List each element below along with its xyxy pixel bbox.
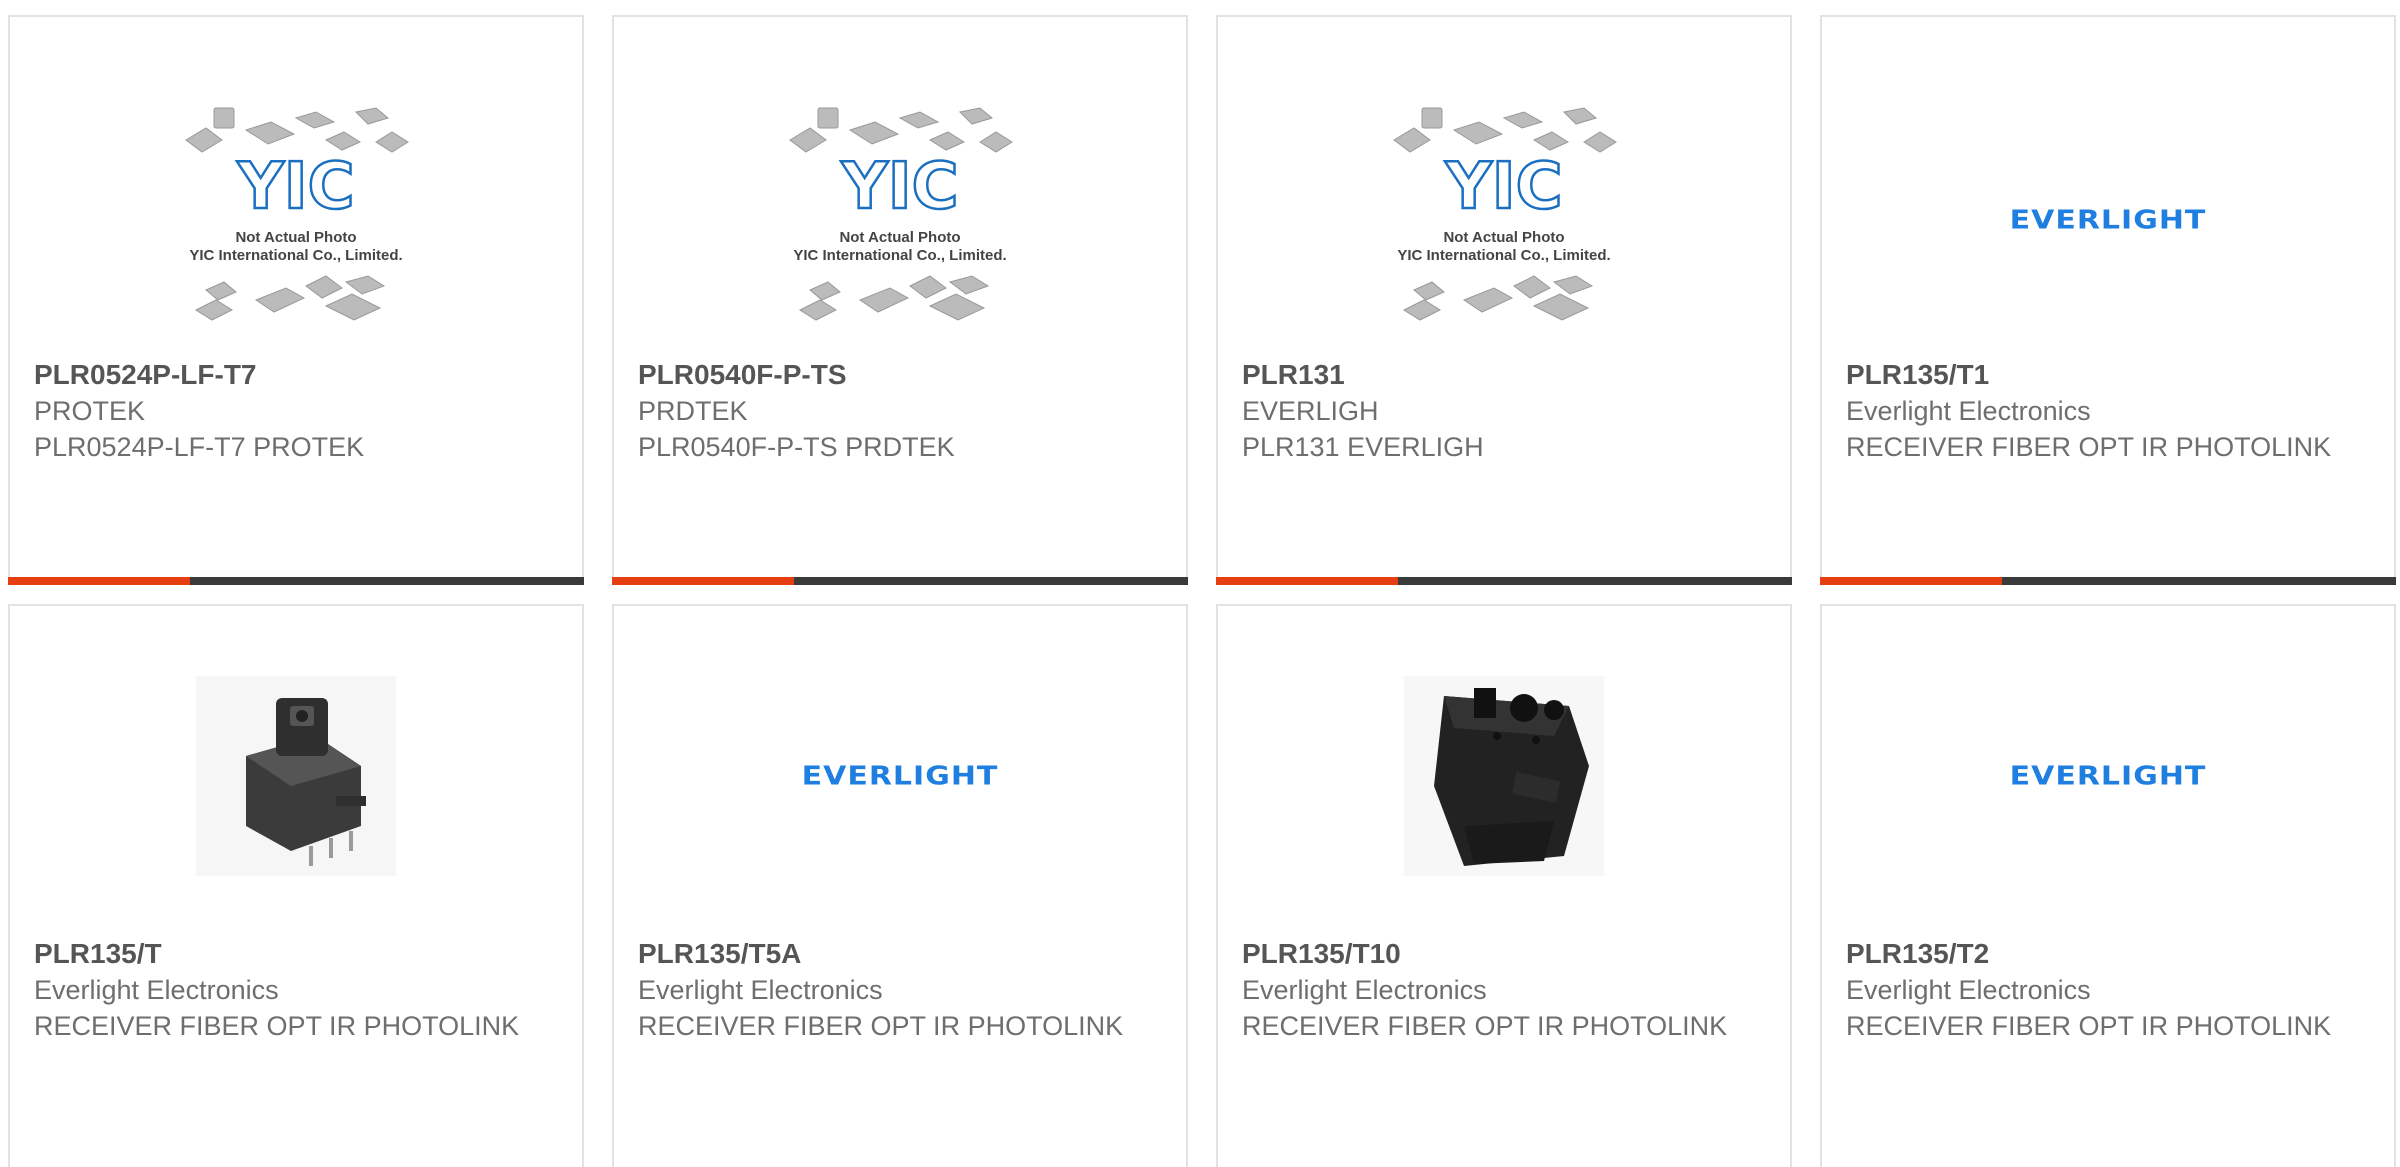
svg-text:Not Actual Photo: Not Actual Photo <box>839 229 960 246</box>
card-bottom-bar <box>1216 577 1792 585</box>
part-number[interactable]: PLR135/T <box>34 936 562 972</box>
product-photo[interactable] <box>161 671 431 881</box>
not-actual-photo-icon: YIC Not Actual Photo YIC International C… <box>1393 107 1617 321</box>
not-actual-photo-icon: YIC Not Actual Photo YIC International C… <box>185 107 409 321</box>
part-number[interactable]: PLR135/T5A <box>638 936 1166 972</box>
part-number[interactable]: PLR0524P-LF-T7 <box>34 357 562 393</box>
description: PLR0524P-LF-T7 PROTEK <box>34 432 365 462</box>
placeholder-image[interactable]: YIC Not Actual Photo YIC International C… <box>161 100 431 340</box>
everlight-logo-icon: EVERLIGHT <box>2009 205 2207 235</box>
manufacturer: Everlight Electronics <box>34 975 279 1005</box>
product-card[interactable]: EVERLIGHT PLR135/T5A Everlight Electroni… <box>612 604 1188 1167</box>
svg-text:YIC: YIC <box>1444 150 1562 224</box>
everlight-logo-icon: EVERLIGHT <box>2009 761 2207 791</box>
product-card[interactable]: PLR135/T10 Everlight Electronics RECEIVE… <box>1216 604 1792 1167</box>
svg-text:Not Actual Photo: Not Actual Photo <box>235 229 356 246</box>
description: RECEIVER FIBER OPT IR PHOTOLINK <box>638 1011 1124 1041</box>
part-number[interactable]: PLR135/T2 <box>1846 936 2374 972</box>
product-info: PLR131 EVERLIGH PLR131 EVERLIGH <box>1242 357 1770 465</box>
product-card[interactable]: PLR135/T Everlight Electronics RECEIVER … <box>8 604 584 1167</box>
not-actual-photo-icon: YIC Not Actual Photo YIC International C… <box>789 107 1013 321</box>
placeholder-image[interactable]: YIC Not Actual Photo YIC International C… <box>1369 100 1639 340</box>
product-info: PLR0540F-P-TS PRDTEK PLR0540F-P-TS PRDTE… <box>638 357 1166 465</box>
part-number[interactable]: PLR0540F-P-TS <box>638 357 1166 393</box>
product-info: PLR135/T1 Everlight Electronics RECEIVER… <box>1846 357 2374 465</box>
svg-text:YIC International Co., Limited: YIC International Co., Limited. <box>1397 247 1610 264</box>
manufacturer: Everlight Electronics <box>1242 975 1487 1005</box>
accent-strip <box>612 577 794 585</box>
description: PLR0540F-P-TS PRDTEK <box>638 432 955 462</box>
manufacturer: Everlight Electronics <box>1846 396 2091 426</box>
description: RECEIVER FIBER OPT IR PHOTOLINK <box>1846 1011 2332 1041</box>
product-card[interactable]: YIC Not Actual Photo YIC International C… <box>1216 15 1792 585</box>
product-info: PLR0524P-LF-T7 PROTEK PLR0524P-LF-T7 PRO… <box>34 357 562 465</box>
svg-text:YIC: YIC <box>840 150 958 224</box>
product-info: PLR135/T10 Everlight Electronics RECEIVE… <box>1242 936 1770 1044</box>
product-info: PLR135/T2 Everlight Electronics RECEIVER… <box>1846 936 2374 1044</box>
product-grid: YIC Not Actual Photo YIC International C… <box>0 0 2400 1167</box>
description: RECEIVER FIBER OPT IR PHOTOLINK <box>34 1011 520 1041</box>
part-number[interactable]: PLR135/T10 <box>1242 936 1770 972</box>
product-card[interactable]: EVERLIGHT PLR135/T2 Everlight Electronic… <box>1820 604 2396 1167</box>
fiber-optic-receiver-icon <box>196 676 396 876</box>
everlight-logo-image[interactable]: EVERLIGHT <box>1973 100 2243 340</box>
description: RECEIVER FIBER OPT IR PHOTOLINK <box>1242 1011 1728 1041</box>
black-component-housing-icon <box>1404 676 1604 876</box>
svg-text:Not Actual Photo: Not Actual Photo <box>1443 229 1564 246</box>
part-number[interactable]: PLR135/T1 <box>1846 357 2374 393</box>
manufacturer: Everlight Electronics <box>638 975 883 1005</box>
manufacturer: EVERLIGH <box>1242 396 1379 426</box>
everlight-logo-image[interactable]: EVERLIGHT <box>1973 671 2243 881</box>
placeholder-image[interactable]: YIC Not Actual Photo YIC International C… <box>765 100 1035 340</box>
accent-strip <box>1216 577 1398 585</box>
product-card[interactable]: YIC Not Actual Photo YIC International C… <box>612 15 1188 585</box>
product-photo[interactable] <box>1369 671 1639 881</box>
manufacturer: PROTEK <box>34 396 146 426</box>
accent-strip <box>8 577 190 585</box>
svg-text:YIC: YIC <box>236 150 354 224</box>
svg-text:YIC International Co., Limited: YIC International Co., Limited. <box>189 247 402 264</box>
card-bottom-bar <box>8 577 584 585</box>
product-info: PLR135/T Everlight Electronics RECEIVER … <box>34 936 562 1044</box>
manufacturer: Everlight Electronics <box>1846 975 2091 1005</box>
description: PLR131 EVERLIGH <box>1242 432 1484 462</box>
product-card[interactable]: YIC Not Actual Photo YIC International C… <box>8 15 584 585</box>
manufacturer: PRDTEK <box>638 396 748 426</box>
product-card[interactable]: EVERLIGHT PLR135/T1 Everlight Electronic… <box>1820 15 2396 585</box>
description: RECEIVER FIBER OPT IR PHOTOLINK <box>1846 432 2332 462</box>
accent-strip <box>1820 577 2002 585</box>
card-bottom-bar <box>612 577 1188 585</box>
product-info: PLR135/T5A Everlight Electronics RECEIVE… <box>638 936 1166 1044</box>
everlight-logo-image[interactable]: EVERLIGHT <box>765 671 1035 881</box>
part-number[interactable]: PLR131 <box>1242 357 1770 393</box>
svg-text:YIC International Co., Limited: YIC International Co., Limited. <box>793 247 1006 264</box>
everlight-logo-icon: EVERLIGHT <box>801 761 999 791</box>
card-bottom-bar <box>1820 577 2396 585</box>
